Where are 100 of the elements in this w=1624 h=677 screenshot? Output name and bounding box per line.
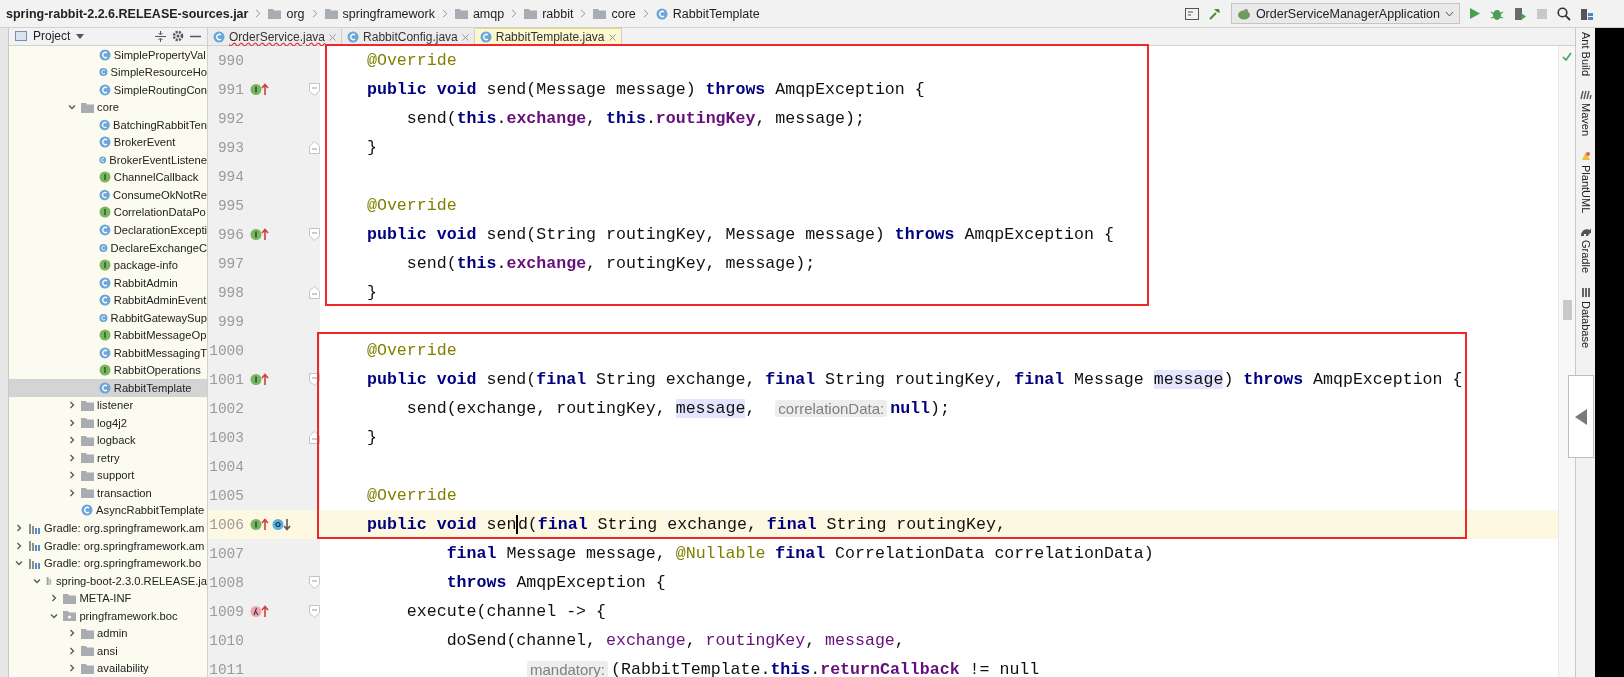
breadcrumb-item[interactable]: org <box>268 6 305 21</box>
tree-item[interactable]: ansi <box>9 641 207 660</box>
line-number: 1010 <box>208 632 244 649</box>
tool-window-button[interactable]: Maven <box>1579 90 1592 137</box>
tree-item[interactable]: core <box>9 98 207 116</box>
layout-icon[interactable] <box>1184 7 1199 20</box>
parameter-hint: correlationData: <box>775 400 888 417</box>
tree-item[interactable]: BrokerEvent <box>9 133 207 152</box>
tree-item[interactable]: retry <box>9 449 207 467</box>
scrollbar-thumb[interactable] <box>1563 300 1572 320</box>
tree-item[interactable]: log4j2 <box>9 414 207 432</box>
tool-window-button[interactable]: Gradle <box>1579 227 1592 274</box>
run-configuration-dropdown[interactable]: OrderServiceManagerApplication <box>1230 3 1460 24</box>
folder-icon <box>81 627 95 639</box>
search-icon[interactable] <box>1557 6 1571 21</box>
close-icon[interactable] <box>461 33 469 41</box>
tree-item[interactable]: support <box>9 466 207 485</box>
folder-icon <box>593 8 607 19</box>
code-line: @Override <box>366 486 457 505</box>
class-icon <box>655 7 668 20</box>
tree-item[interactable]: Gradle: org.springframework.bo <box>9 554 207 572</box>
chevron-right-icon <box>642 9 649 18</box>
code-line: } <box>366 428 377 447</box>
breadcrumb-item[interactable]: amqp <box>454 6 505 21</box>
fold-icon <box>308 286 320 299</box>
minimize-icon[interactable] <box>190 34 201 38</box>
tree-item[interactable]: availability <box>9 659 207 677</box>
tool-window-button[interactable]: PlantUML <box>1579 150 1592 214</box>
chevron-right-icon <box>15 524 23 532</box>
tree-item[interactable]: DeclarationExcepti <box>9 221 207 239</box>
chevron-right-icon <box>580 9 587 18</box>
code-line: public void send(final String exchange, final String routingKey, final Message message) throws AmqpException { <box>366 370 1463 389</box>
tree-item[interactable]: RabbitMessagingT <box>9 343 207 362</box>
class-icon <box>98 66 108 79</box>
tree-item[interactable]: SimpleResourceHo <box>9 63 207 81</box>
tree-item[interactable]: BrokerEventListene <box>9 151 207 169</box>
fold-icon <box>308 83 320 96</box>
breadcrumb-item[interactable]: springframework <box>324 6 435 21</box>
tree-item[interactable]: SimplePropertyVal <box>9 45 207 64</box>
tree-item[interactable]: admin <box>9 624 207 642</box>
code-line: doSend(channel, exchange, routingKey, message, <box>445 631 905 650</box>
class-icon <box>98 83 111 96</box>
settings-icon[interactable] <box>172 30 184 43</box>
tree-item[interactable]: ChannelCallback <box>9 168 207 187</box>
caret-icon <box>1445 10 1454 17</box>
code-line: final Message message, @Nullable final CorrelationData correlationData) <box>445 544 1154 563</box>
breadcrumb-item[interactable]: core <box>593 6 636 21</box>
implements-up-icon <box>250 82 270 97</box>
text-caret <box>516 515 518 534</box>
code-line: @Override <box>366 196 457 215</box>
tree-item[interactable]: RabbitOperations <box>9 361 207 379</box>
close-icon[interactable] <box>608 33 616 41</box>
tree-item[interactable]: ConsumeOkNotRe <box>9 186 207 204</box>
tree-item[interactable]: pringframework.boc <box>9 606 207 625</box>
tool-window-button[interactable]: Database <box>1579 287 1592 349</box>
class-icon <box>98 118 111 131</box>
class-icon <box>98 48 111 61</box>
tree-item[interactable]: Gradle: org.springframework.am <box>9 519 207 537</box>
tree-item[interactable]: transaction <box>9 484 207 502</box>
folder-icon <box>454 8 468 19</box>
tree-item[interactable]: RabbitAdmin <box>9 273 207 292</box>
hammer-icon[interactable] <box>1207 6 1222 21</box>
structure-icon[interactable] <box>1580 6 1594 21</box>
code-line: @Override <box>366 341 457 360</box>
line-number: 998 <box>216 284 244 301</box>
tree-item[interactable]: DeclareExchangeC <box>9 238 207 257</box>
run-icon[interactable] <box>1469 7 1481 20</box>
tree-item[interactable]: BatchingRabbitTen <box>9 116 207 134</box>
folder-icon <box>81 399 95 411</box>
tree-item[interactable]: RabbitAdminEvent <box>9 291 207 309</box>
tree-item[interactable]: RabbitMessageOp <box>9 326 207 344</box>
panel-title[interactable]: Project <box>33 29 71 44</box>
tree-item[interactable]: META-INF <box>9 589 207 607</box>
tree-item[interactable]: Gradle: org.springframework.am <box>9 536 207 555</box>
breadcrumb-item[interactable]: RabbitTemplate <box>655 6 760 21</box>
tree-item[interactable]: SimpleRoutingCon <box>9 80 207 99</box>
close-icon[interactable] <box>329 33 337 41</box>
maven-icon <box>1579 90 1592 101</box>
tree-item[interactable]: logback <box>9 431 207 450</box>
implements-up-icon <box>250 372 270 387</box>
implements-up-icon <box>250 227 270 242</box>
breadcrumb-item[interactable]: rabbit <box>524 6 574 21</box>
tree-item[interactable]: CorrelationDataPo <box>9 203 207 222</box>
tool-window-button[interactable]: Ant Build <box>1579 32 1592 77</box>
library-icon <box>28 522 41 534</box>
tree-item[interactable]: RabbitTemplate <box>9 379 207 397</box>
line-number: 1011 <box>208 661 244 677</box>
tree-item[interactable]: listener <box>9 396 207 415</box>
breadcrumb-item[interactable]: spring-rabbit-2.2.6.RELEASE-sources.jar <box>6 6 249 21</box>
collapse-all-icon[interactable] <box>155 30 166 42</box>
tree-item[interactable]: package-info <box>9 256 207 274</box>
class-icon <box>347 31 360 43</box>
tree-item[interactable]: AsyncRabbitTemplate <box>9 501 207 520</box>
line-number: 994 <box>216 168 244 185</box>
collapse-panel-button[interactable] <box>1568 375 1594 458</box>
coverage-icon[interactable] <box>1513 6 1527 21</box>
tree-item[interactable]: spring-boot-2.3.0.RELEASE.ja <box>9 571 207 590</box>
line-number: 991 <box>216 81 244 98</box>
editor-tab[interactable]: OrderService.java <box>208 28 343 45</box>
tree-item[interactable]: RabbitGatewaySup <box>9 308 207 327</box>
